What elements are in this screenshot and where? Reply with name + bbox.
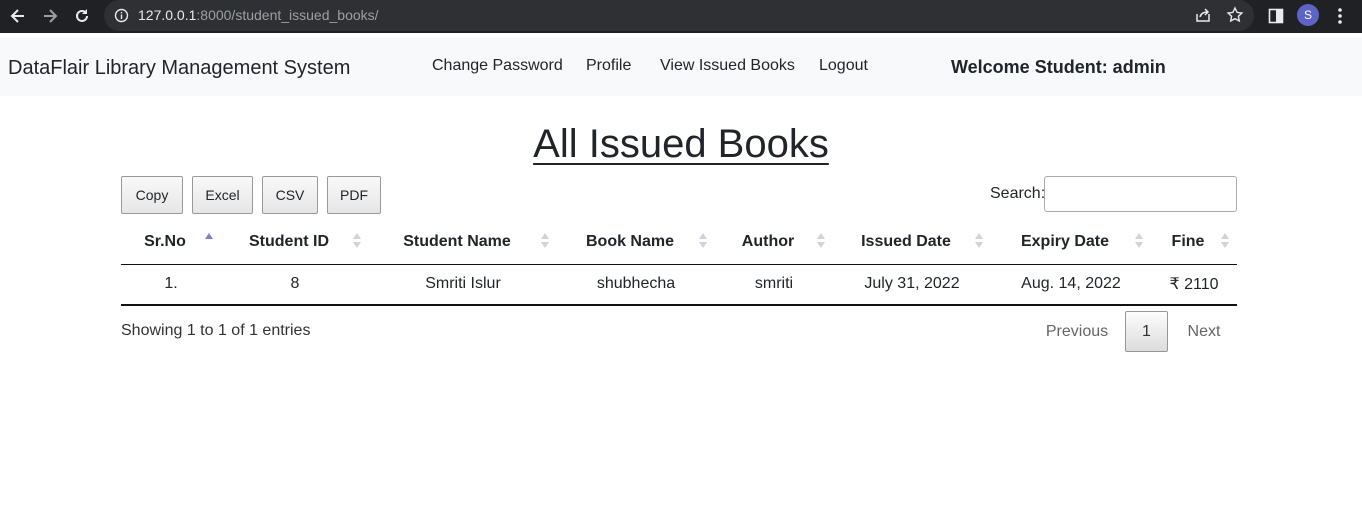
sort-ascending-icon xyxy=(205,233,213,249)
col-header-author[interactable]: Author xyxy=(715,220,833,265)
bookmark-star-icon[interactable] xyxy=(1226,6,1244,29)
forward-arrow-icon[interactable] xyxy=(38,5,62,27)
col-header-issued-date[interactable]: Issued Date xyxy=(833,220,991,265)
col-header-label: Book Name xyxy=(585,232,675,250)
cell-student-name: Smriti Islur xyxy=(369,264,557,306)
side-panel-icon[interactable] xyxy=(1264,5,1288,27)
col-header-label: Student Name xyxy=(403,232,511,250)
browser-toolbar: 127.0.0.1:8000/student_issued_books/ S xyxy=(0,0,1362,33)
profile-avatar[interactable]: S xyxy=(1297,4,1319,26)
pagination-page-current[interactable]: 1 xyxy=(1125,311,1168,352)
address-bar[interactable]: 127.0.0.1:8000/student_issued_books/ xyxy=(104,0,1254,31)
col-header-book-name[interactable]: Book Name xyxy=(557,220,715,265)
site-info-icon[interactable] xyxy=(114,8,129,28)
page-title: All Issued Books xyxy=(533,122,829,166)
search-input[interactable] xyxy=(1044,176,1237,212)
url-host: 127.0.0.1 xyxy=(138,7,197,23)
cell-student-id: 8 xyxy=(221,264,369,306)
sort-icon xyxy=(817,233,825,249)
col-header-expiry-date[interactable]: Expiry Date xyxy=(991,220,1151,265)
share-icon[interactable] xyxy=(1194,6,1212,29)
kebab-menu-icon[interactable] xyxy=(1328,5,1352,27)
cell-author: smriti xyxy=(715,264,833,306)
col-header-student-name[interactable]: Student Name xyxy=(369,220,557,265)
sort-icon xyxy=(975,233,983,249)
table-header-row: Sr.No Student ID Student Name Book Name … xyxy=(121,220,1237,265)
col-header-label: Expiry Date xyxy=(1020,232,1110,250)
col-header-label: Student ID xyxy=(249,232,329,250)
welcome-text: Welcome Student: admin xyxy=(951,57,1166,77)
nav-logout[interactable]: Logout xyxy=(819,57,868,75)
page-title-wrap: All Issued Books xyxy=(0,122,1362,167)
copy-button[interactable]: Copy xyxy=(121,176,183,214)
col-header-fine[interactable]: Fine xyxy=(1151,220,1237,265)
sort-icon xyxy=(353,233,361,249)
sort-icon xyxy=(699,233,707,249)
excel-button[interactable]: Excel xyxy=(192,176,253,214)
cell-sr-no: 1. xyxy=(121,264,221,306)
cell-expiry-date: Aug. 14, 2022 xyxy=(991,264,1151,306)
col-header-label: Fine xyxy=(1171,232,1205,250)
url-path: :8000/student_issued_books/ xyxy=(196,7,379,23)
nav-view-issued-books[interactable]: View Issued Books xyxy=(660,57,795,75)
cell-fine: ₹ 2110 xyxy=(1151,264,1237,306)
table-info: Showing 1 to 1 of 1 entries xyxy=(121,322,311,339)
sort-icon xyxy=(1135,233,1143,249)
search-label: Search: xyxy=(990,185,1046,202)
cell-book-name: shubhecha xyxy=(557,264,715,306)
sort-icon xyxy=(1221,233,1229,249)
table-row: 1. 8 Smriti Islur shubhecha smriti July … xyxy=(121,264,1237,306)
col-header-label: Sr.No xyxy=(144,232,186,250)
cell-issued-date: July 31, 2022 xyxy=(833,264,991,306)
issued-books-table: Sr.No Student ID Student Name Book Name … xyxy=(121,220,1237,306)
col-header-label: Issued Date xyxy=(861,232,951,250)
nav-change-password[interactable]: Change Password xyxy=(432,57,563,75)
col-header-student-id[interactable]: Student ID xyxy=(221,220,369,265)
reload-icon[interactable] xyxy=(70,5,94,27)
sort-icon xyxy=(541,233,549,249)
pdf-button[interactable]: PDF xyxy=(327,176,381,214)
nav-profile[interactable]: Profile xyxy=(586,57,631,75)
app-navbar: DataFlair Library Management System Chan… xyxy=(0,37,1362,96)
col-header-label: Author xyxy=(741,232,795,250)
brand-link[interactable]: DataFlair Library Management System xyxy=(8,57,350,80)
pagination-next[interactable]: Next xyxy=(1176,311,1232,352)
url-text: 127.0.0.1:8000/student_issued_books/ xyxy=(138,7,379,23)
col-header-sr-no[interactable]: Sr.No xyxy=(121,220,221,265)
back-arrow-icon[interactable] xyxy=(6,5,30,27)
csv-button[interactable]: CSV xyxy=(262,176,318,214)
pagination-previous[interactable]: Previous xyxy=(1036,311,1118,352)
